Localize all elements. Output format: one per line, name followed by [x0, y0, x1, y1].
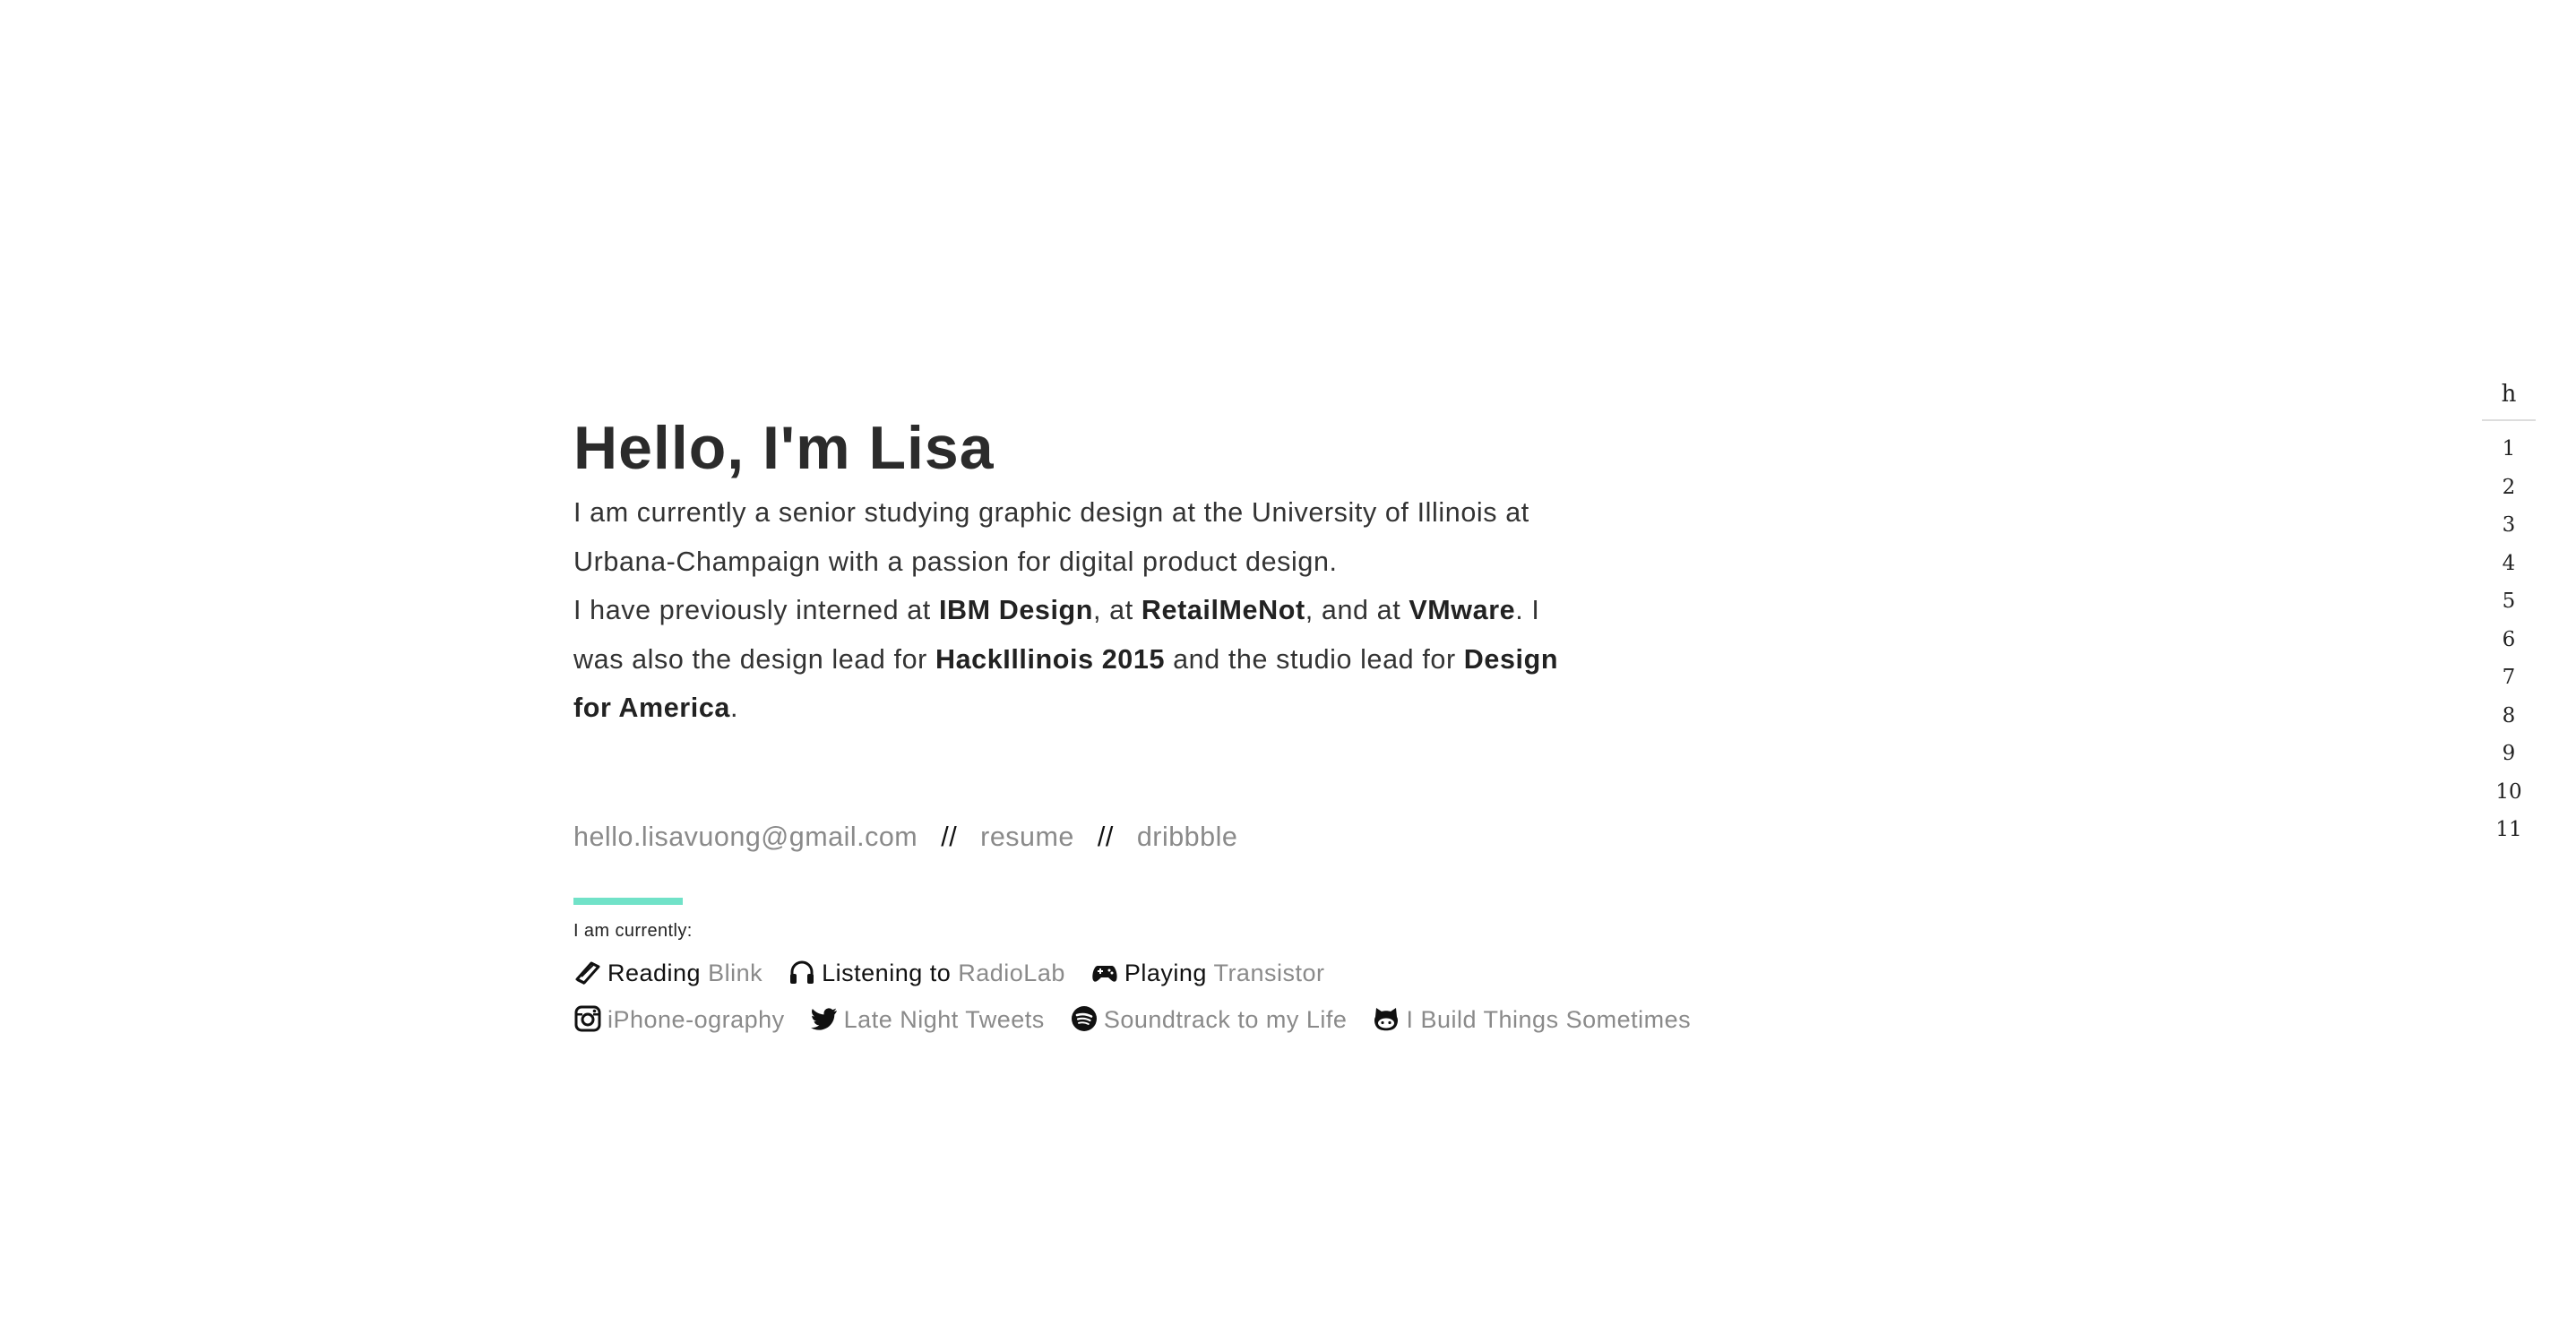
social-twitter: Late Night Tweets	[810, 1003, 1045, 1036]
activity-verb: Playing	[1124, 960, 1207, 987]
activity-reading: Reading Blink	[573, 957, 762, 989]
nav-item-1[interactable]: 1	[2477, 430, 2540, 469]
text-segment: .	[729, 693, 739, 723]
dribbble-link[interactable]: dribbble	[1137, 822, 1238, 852]
company-retailmenot: RetailMeNot	[1141, 595, 1305, 625]
page-title: Hello, I'm Lisa	[573, 414, 995, 482]
reading-link[interactable]: Blink	[708, 960, 762, 986]
text-segment: , and at	[1305, 595, 1409, 625]
company-ibm: IBM Design	[938, 595, 1094, 625]
social-instagram: iPhone-ography	[573, 1003, 785, 1036]
accent-divider	[573, 897, 683, 905]
separator: //	[1097, 821, 1114, 852]
activity-row-2: iPhone-ography Late Night Tweets Soundtr…	[573, 1002, 1691, 1036]
headphones-icon	[788, 958, 816, 986]
company-vmware: VMware	[1409, 595, 1516, 625]
nav-item-11[interactable]: 11	[2477, 811, 2540, 849]
activity-verb: Listening to	[822, 960, 952, 987]
nav-item-2[interactable]: 2	[2477, 469, 2540, 507]
github-icon	[1372, 1004, 1400, 1033]
playing-link[interactable]: Transistor	[1213, 960, 1324, 986]
listening-link[interactable]: RadioLab	[958, 960, 1065, 986]
nav-divider	[2482, 419, 2536, 421]
separator: //	[941, 821, 958, 852]
activity-verb: Reading	[607, 960, 702, 987]
nav-item-6[interactable]: 6	[2477, 621, 2540, 659]
nav-item-8[interactable]: 8	[2477, 697, 2540, 736]
nav-item-10[interactable]: 10	[2477, 773, 2540, 812]
spotify-icon	[1070, 1004, 1098, 1033]
nav-item-7[interactable]: 7	[2477, 658, 2540, 697]
text-segment: and the studio lead for	[1165, 643, 1464, 675]
intro-paragraph-1: I am currently a senior studying graphic…	[573, 497, 1529, 577]
nav-item-3[interactable]: 3	[2477, 506, 2540, 545]
instagram-icon	[573, 1004, 602, 1033]
book-icon	[573, 958, 602, 986]
twitter-link[interactable]: Late Night Tweets	[844, 1006, 1045, 1033]
org-hackillinois: HackIllinois 2015	[935, 643, 1166, 675]
nav-item-4[interactable]: 4	[2477, 545, 2540, 583]
social-github: I Build Things Sometimes	[1372, 1003, 1691, 1036]
text-segment: I have previously interned at	[573, 595, 939, 625]
twitter-icon	[810, 1004, 839, 1033]
activity-playing: Playing Transistor	[1090, 957, 1325, 989]
activity-listening: Listening to RadioLab	[788, 957, 1065, 989]
intro-paragraph-2: I have previously interned at IBM Design…	[573, 586, 1577, 733]
social-spotify: Soundtrack to my Life	[1070, 1003, 1348, 1036]
email-link[interactable]: hello.lisavuong@gmail.com	[573, 822, 918, 852]
gamepad-icon	[1090, 958, 1119, 986]
spotify-link[interactable]: Soundtrack to my Life	[1104, 1006, 1348, 1033]
page-navigation: h 1 2 3 4 5 6 7 8 9 10 11	[2477, 376, 2540, 849]
activity-row-1: Reading Blink Listening to RadioLab Play…	[573, 956, 1577, 990]
resume-link[interactable]: resume	[980, 822, 1074, 852]
nav-item-5[interactable]: 5	[2477, 582, 2540, 621]
instagram-link[interactable]: iPhone-ography	[607, 1006, 785, 1033]
github-link[interactable]: I Build Things Sometimes	[1406, 1006, 1691, 1033]
nav-item-9[interactable]: 9	[2477, 735, 2540, 773]
currently-label: I am currently:	[573, 920, 693, 941]
intro-section: Hello, I'm Lisa I am currently a senior …	[573, 408, 1691, 1036]
text-segment: , at	[1093, 595, 1142, 625]
nav-home[interactable]: h	[2477, 376, 2540, 412]
contact-links: hello.lisavuong@gmail.com // resume // dribb…	[573, 819, 1577, 855]
